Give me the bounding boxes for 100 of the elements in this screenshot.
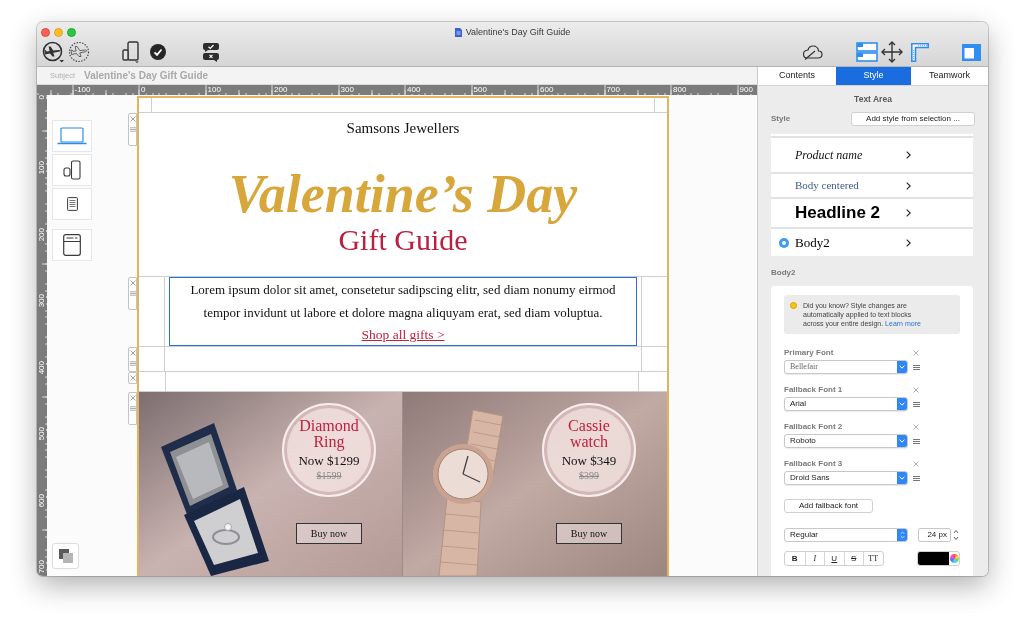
- drag-handle-icon[interactable]: [129, 406, 136, 411]
- chat-bubbles-icon[interactable]: [202, 42, 220, 62]
- remove-icon[interactable]: [913, 387, 919, 393]
- color-wheel-icon: [950, 554, 959, 563]
- stepper-icon[interactable]: [953, 529, 959, 541]
- ruler-label: 300: [37, 294, 46, 308]
- text-block[interactable]: Lorem ipsum dolor sit amet, consetetur sadipscing elitr, sed diam nonumy eirmod tempor invidunt ut labore et dolore magna aliquyam erat, sed diam voluptua. Shop all gifts >: [169, 277, 637, 346]
- style-item[interactable]: Body centered: [771, 174, 973, 197]
- minimize-window-button[interactable]: [54, 28, 63, 37]
- row-handle[interactable]: [128, 277, 137, 310]
- ruler-label: 700: [37, 560, 46, 574]
- caps-button[interactable]: TT: [863, 552, 883, 565]
- phone-watch-icon: [63, 160, 81, 180]
- close-icon[interactable]: [129, 350, 136, 356]
- chevron-right-icon: [906, 238, 911, 247]
- product-name: Cassie watch: [567, 418, 611, 450]
- dashed-plane-icon[interactable]: [68, 41, 90, 63]
- ruler-icon[interactable]: [911, 42, 929, 62]
- ruler-label: 600: [539, 85, 555, 94]
- close-window-button[interactable]: [41, 28, 50, 37]
- reorder-icon[interactable]: [913, 401, 920, 407]
- buy-now-button[interactable]: Buy now: [296, 523, 362, 544]
- font-select[interactable]: Arial: [784, 397, 908, 411]
- add-fallback-font-button[interactable]: Add fallback font: [784, 499, 873, 513]
- row-handle[interactable]: [128, 392, 137, 425]
- canvas-option-button[interactable]: [52, 543, 79, 569]
- drag-handle-icon[interactable]: [129, 291, 136, 296]
- row-handle[interactable]: [128, 372, 137, 384]
- drag-handle-icon[interactable]: [129, 361, 136, 366]
- ruler-label: 0: [37, 95, 46, 100]
- chevron-right-icon: [906, 209, 911, 217]
- move-icon[interactable]: [881, 41, 903, 63]
- cloud-icon[interactable]: [802, 44, 823, 60]
- font-select[interactable]: Roboto: [784, 434, 908, 448]
- drag-handle-icon[interactable]: [129, 127, 136, 132]
- style-name: Body2: [795, 233, 831, 252]
- devices-icon[interactable]: [122, 41, 140, 63]
- subheadline: Gift Guide: [338, 223, 468, 257]
- ruler-label: 700: [605, 85, 621, 94]
- sidebar-icon[interactable]: [962, 43, 981, 61]
- ruler-label: 500: [37, 427, 46, 441]
- font-size-field[interactable]: 24 px: [918, 528, 951, 542]
- ruler-label: 100: [206, 85, 222, 94]
- document-icon: [66, 197, 78, 211]
- overlapping-squares-icon: [58, 549, 73, 563]
- device-view-button[interactable]: [52, 154, 92, 186]
- buy-now-button[interactable]: Buy now: [556, 523, 622, 544]
- shop-link[interactable]: Shop all gifts >: [361, 324, 445, 346]
- close-icon[interactable]: [129, 116, 136, 122]
- headline: Valentine’s Day: [228, 165, 578, 223]
- style-item[interactable]: Product name: [771, 138, 973, 172]
- close-icon[interactable]: [129, 280, 136, 286]
- window-title: Valentine's Day Gift Guide: [465, 26, 571, 38]
- chevron-right-icon: [906, 181, 911, 190]
- zoom-window-button[interactable]: [67, 28, 76, 37]
- row-handle[interactable]: [128, 113, 137, 146]
- close-icon[interactable]: [129, 395, 136, 401]
- ruler-label: 600: [37, 493, 46, 507]
- close-icon[interactable]: [129, 375, 136, 381]
- device-view-button[interactable]: [52, 188, 92, 220]
- check-circle-icon[interactable]: [150, 44, 166, 60]
- add-style-button[interactable]: Add style from selection ...: [851, 112, 975, 126]
- panel-tab[interactable]: Style: [836, 67, 911, 85]
- ruler-label: 400: [406, 85, 422, 94]
- underline-button[interactable]: U: [824, 552, 844, 565]
- color-well[interactable]: [917, 551, 960, 566]
- plane-circle-icon[interactable]: [42, 41, 65, 63]
- panel-title: Text Area: [853, 94, 893, 104]
- font-select[interactable]: Droid Sans: [784, 471, 908, 485]
- remove-icon[interactable]: [913, 424, 919, 430]
- device-view-button[interactable]: [52, 229, 92, 261]
- row-handle[interactable]: [128, 347, 137, 372]
- document-icon: [454, 27, 462, 37]
- product-price: Now $1299: [298, 452, 360, 470]
- reorder-icon[interactable]: [913, 438, 920, 444]
- font-weight-select[interactable]: Regular: [784, 528, 908, 542]
- reorder-icon[interactable]: [913, 475, 920, 481]
- old-price: $399: [579, 470, 599, 482]
- remove-icon[interactable]: [913, 350, 919, 356]
- reorder-icon[interactable]: [913, 364, 920, 370]
- product-price: Now $349: [561, 452, 617, 470]
- chevrons-up-down-icon: [897, 529, 907, 541]
- laptop-icon: [57, 127, 87, 145]
- chevron-down-icon: [897, 361, 907, 373]
- ruler-label: 100: [37, 161, 46, 175]
- ruler-label: 400: [37, 360, 46, 374]
- font-select[interactable]: Bellefair: [784, 360, 908, 374]
- remove-icon[interactable]: [913, 461, 919, 467]
- font-label: Fallback Font 3: [784, 459, 844, 469]
- ruler-label: 500: [472, 85, 488, 94]
- style-item[interactable]: Headline 2: [771, 199, 973, 227]
- strikethrough-button[interactable]: S: [843, 552, 863, 565]
- body-text: Lorem ipsum dolor sit amet, consetetur sadipscing elitr, sed diam nonumy eirmod tempor invidunt ut labore et dolore magna aliquyam erat, sed diam voluptua.: [189, 281, 617, 322]
- bold-button[interactable]: B: [785, 552, 805, 565]
- style-name: Headline 2: [795, 202, 882, 225]
- ruler-label: 0: [140, 85, 147, 94]
- ruler-label: 200: [37, 227, 46, 241]
- style-item[interactable]: Body2: [771, 229, 973, 256]
- italic-button[interactable]: I: [804, 552, 824, 565]
- browser-icon: [63, 234, 81, 256]
